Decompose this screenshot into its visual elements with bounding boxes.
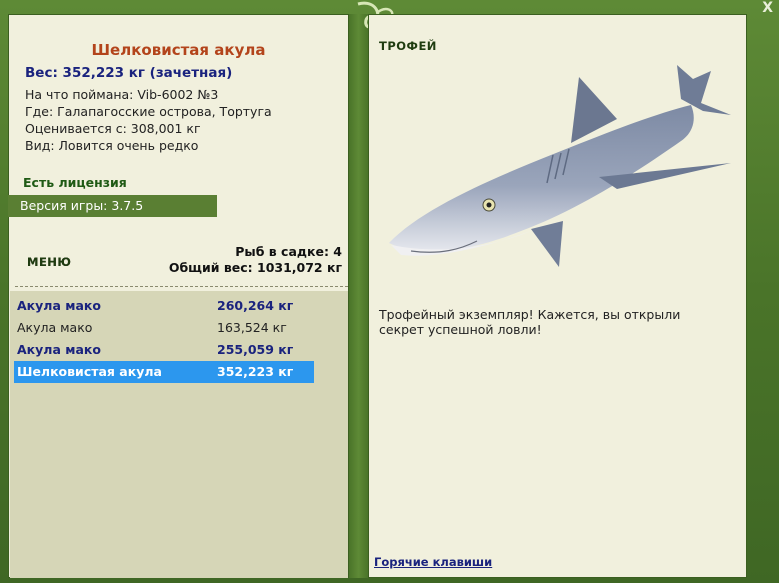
total-weight: Общий вес: 1031,072 кг: [168, 260, 342, 275]
version-bar: Версия игры: 3.7.5: [8, 195, 217, 217]
trophy-heading: ТРОФЕЙ: [379, 39, 437, 53]
shark-illustration-icon: [389, 65, 731, 267]
catch-weight: 255,059 кг: [217, 342, 294, 357]
catch-name: Акула мако: [17, 342, 101, 357]
hotkeys-link[interactable]: Горячие клавиши: [374, 555, 492, 569]
fish-info-panel: Шелковистая акула Вес: 352,223 кг (зачет…: [8, 14, 349, 578]
catch-weight: 260,264 кг: [217, 298, 294, 313]
catch-name: Акула мако: [17, 298, 101, 313]
location-info: Где: Галапагосские острова, Тортуга: [25, 104, 272, 119]
fish-weight: Вес: 352,223 кг (зачетная): [25, 65, 233, 81]
catch-name: Шелковистая акула: [17, 364, 162, 379]
close-button[interactable]: X: [762, 0, 773, 16]
value-info: Оценивается с: 308,001 кг: [25, 121, 201, 136]
rarity-info: Вид: Ловится очень редко: [25, 138, 199, 153]
trophy-description: Трофейный экземпляр! Кажется, вы открыли…: [379, 307, 681, 337]
catch-name: Акула мако: [17, 320, 93, 335]
catch-list-item-selected[interactable]: Шелковистая акула 352,223 кг: [14, 361, 314, 383]
bait-info: На что поймана: Vib-6002 №3: [25, 87, 219, 102]
fish-count: Рыб в садке: 4: [235, 244, 342, 259]
catch-list-item[interactable]: Акула мако 163,524 кг: [14, 317, 314, 339]
fish-title: Шелковистая акула: [91, 41, 266, 59]
trophy-panel: ТРОФЕЙ Трофейный экземпляр! Кажется, вы …: [368, 14, 747, 578]
catch-weight: 352,223 кг: [217, 364, 294, 379]
catch-list-item[interactable]: Акула мако 260,264 кг: [14, 295, 314, 317]
dashed-divider: [15, 286, 348, 287]
menu-button[interactable]: МЕНЮ: [27, 255, 71, 269]
catch-list-item[interactable]: Акула мако 255,059 кг: [14, 339, 314, 361]
panel-divider: [349, 14, 368, 578]
catch-list: Акула мако 260,264 кг Акула мако 163,524…: [10, 291, 348, 578]
license-status: Есть лицензия: [23, 175, 127, 190]
catch-weight: 163,524 кг: [217, 320, 287, 335]
